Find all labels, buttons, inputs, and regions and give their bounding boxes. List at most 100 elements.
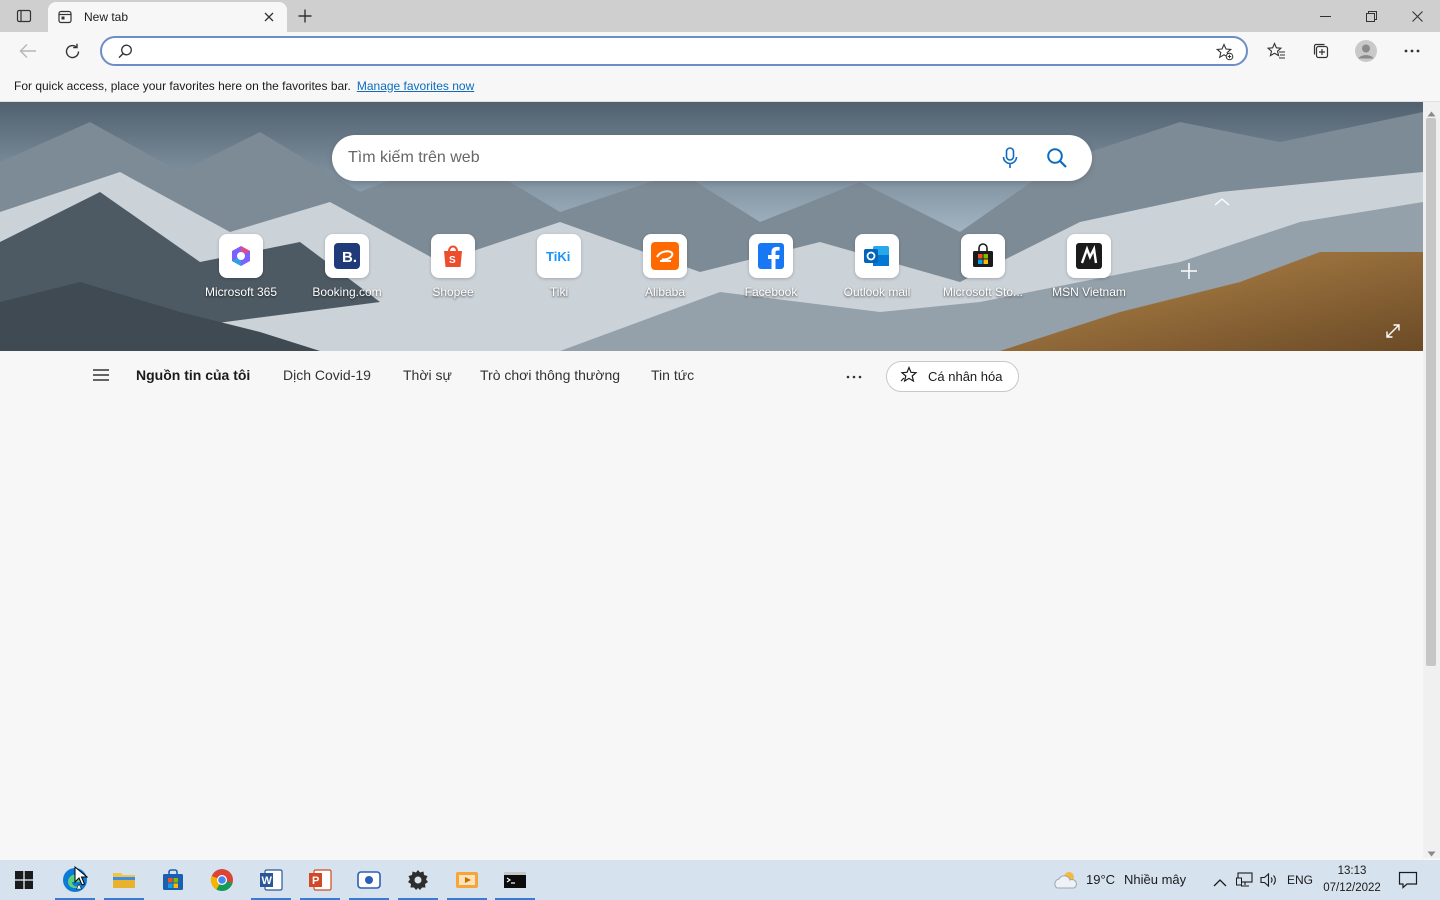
quick-link-label: Microsoft 365 (204, 285, 278, 299)
quick-link-label: MSN Vietnam (1052, 285, 1126, 299)
volume-icon[interactable] (1260, 872, 1278, 893)
settings-gear-icon[interactable] (394, 860, 442, 900)
manage-favorites-link[interactable]: Manage favorites now (357, 79, 474, 93)
quick-link-label: Microsoft Sto... (942, 285, 1024, 299)
feed-tab-casual-games[interactable]: Trò chơi thông thường (480, 367, 620, 383)
personalize-label: Cá nhân hóa (928, 369, 1003, 384)
tab-strip: New tab (0, 0, 1440, 32)
back-arrow-icon[interactable] (13, 36, 43, 66)
quick-link-tiki[interactable]: TiKi Tiki (506, 234, 612, 304)
quick-link-alibaba[interactable]: Alibaba (612, 234, 718, 304)
system-clock[interactable]: 13:13 07/12/2022 (1318, 863, 1386, 897)
screen-recorder-taskbar-icon[interactable] (345, 860, 393, 900)
notifications-icon[interactable] (1398, 871, 1418, 894)
web-search-input[interactable] (348, 147, 968, 169)
web-search-icon[interactable] (1046, 147, 1068, 174)
facebook-icon (749, 234, 793, 278)
quick-links: Microsoft 365 B. Booking.com S Shopee Ti… (188, 234, 1142, 304)
outlook-icon (855, 234, 899, 278)
add-quick-link-plus-icon[interactable] (1176, 258, 1202, 284)
favorites-icon[interactable] (1261, 36, 1291, 66)
svg-text:P: P (312, 875, 319, 887)
browser-toolbar (0, 32, 1440, 70)
weather-cloudy-icon[interactable] (1052, 869, 1080, 896)
expand-background-icon[interactable] (1386, 324, 1400, 343)
svg-text:TiKi: TiKi (546, 249, 570, 264)
feed-tab-covid[interactable]: Dịch Covid-19 (283, 367, 371, 383)
address-bar[interactable] (100, 36, 1248, 66)
hamburger-menu-icon[interactable] (92, 368, 110, 387)
feed-more-icon[interactable] (845, 366, 863, 391)
svg-text:W: W (262, 875, 273, 887)
scrollbar-thumb[interactable] (1426, 118, 1436, 666)
quick-link-microsoft-365[interactable]: Microsoft 365 (188, 234, 294, 304)
input-language[interactable]: ENG (1287, 873, 1313, 887)
feed-tab-my-feed[interactable]: Nguồn tin của tôi (136, 367, 250, 383)
quick-link-outlook[interactable]: Outlook mail (824, 234, 930, 304)
quick-link-microsoft-store[interactable]: Microsoft Sto... (930, 234, 1036, 304)
quick-link-facebook[interactable]: Facebook (718, 234, 824, 304)
address-input[interactable] (142, 41, 1202, 61)
web-search-box[interactable] (332, 135, 1092, 181)
shopee-icon: S (431, 234, 475, 278)
svg-text:S: S (449, 255, 456, 266)
mouse-cursor-icon (74, 865, 89, 891)
new-tab-plus-icon[interactable] (294, 5, 316, 27)
quick-link-msn-vietnam[interactable]: MSN Vietnam (1036, 234, 1142, 304)
page-scrollbar[interactable] (1423, 102, 1440, 858)
quick-link-label: Alibaba (644, 285, 686, 299)
collapse-chevron-up-icon[interactable] (1213, 194, 1231, 212)
collections-icon[interactable] (1306, 36, 1336, 66)
microphone-icon[interactable] (1002, 147, 1018, 174)
quick-link-label: Outlook mail (843, 285, 911, 299)
weather-description[interactable]: Nhiều mây (1124, 872, 1186, 887)
microsoft-store-icon (961, 234, 1005, 278)
tab-close-icon[interactable] (261, 9, 277, 25)
quick-link-label: Booking.com (312, 285, 382, 299)
chrome-taskbar-icon[interactable] (198, 860, 246, 900)
tab-title: New tab (84, 10, 129, 24)
news-feed-nav: Nguồn tin của tôi Dịch Covid-19 Thời sự … (0, 351, 1423, 401)
tab-actions-menu-icon[interactable] (10, 6, 38, 26)
clock-time: 13:13 (1337, 865, 1367, 877)
new-tab-page-icon (58, 9, 74, 25)
svg-text:B.: B. (342, 249, 357, 266)
feed-tab-current-affairs[interactable]: Thời sự (403, 367, 452, 383)
minimize-icon[interactable] (1302, 0, 1348, 32)
command-prompt-taskbar-icon[interactable] (491, 860, 539, 900)
clock-date: 07/12/2022 (1323, 882, 1381, 894)
profile-avatar-icon[interactable] (1351, 36, 1381, 66)
network-icon[interactable] (1236, 872, 1254, 893)
show-hidden-icons-chevron-icon[interactable] (1213, 874, 1227, 892)
refresh-icon[interactable] (57, 36, 87, 66)
tiki-icon: TiKi (537, 234, 581, 278)
file-explorer-icon[interactable] (100, 860, 148, 900)
personalize-button[interactable]: Cá nhân hóa (886, 361, 1019, 392)
personalize-star-icon (900, 365, 918, 387)
windows-taskbar: W P 19°C Nhiều mây ENG 13:13 07/12/2022 (0, 860, 1440, 900)
msn-icon (1067, 234, 1111, 278)
more-options-icon[interactable] (1397, 36, 1427, 66)
quick-link-booking[interactable]: B. Booking.com (294, 234, 400, 304)
word-taskbar-icon[interactable]: W (247, 860, 295, 900)
quick-link-label: Tiki (549, 285, 569, 299)
close-window-icon[interactable] (1394, 0, 1440, 32)
search-icon (118, 44, 133, 64)
new-tab-hero-background: Microsoft 365 B. Booking.com S Shopee Ti… (0, 102, 1423, 351)
booking-icon: B. (325, 234, 369, 278)
tab-new-tab[interactable]: New tab (48, 2, 287, 32)
quick-link-label: Facebook (744, 285, 798, 299)
powerpoint-taskbar-icon[interactable]: P (296, 860, 344, 900)
alibaba-icon (643, 234, 687, 278)
restore-icon[interactable] (1348, 0, 1394, 32)
favorites-bar: For quick access, place your favorites h… (0, 70, 1440, 102)
add-favorite-star-icon[interactable] (1215, 43, 1234, 66)
feed-tab-news[interactable]: Tin tức (651, 367, 694, 383)
quick-link-shopee[interactable]: S Shopee (400, 234, 506, 304)
media-player-taskbar-icon[interactable] (443, 860, 491, 900)
microsoft-365-icon (219, 234, 263, 278)
weather-temperature[interactable]: 19°C (1086, 872, 1115, 887)
windows-start-icon[interactable] (0, 860, 48, 900)
microsoft-store-taskbar-icon[interactable] (149, 860, 197, 900)
favorites-bar-message: For quick access, place your favorites h… (14, 78, 351, 93)
